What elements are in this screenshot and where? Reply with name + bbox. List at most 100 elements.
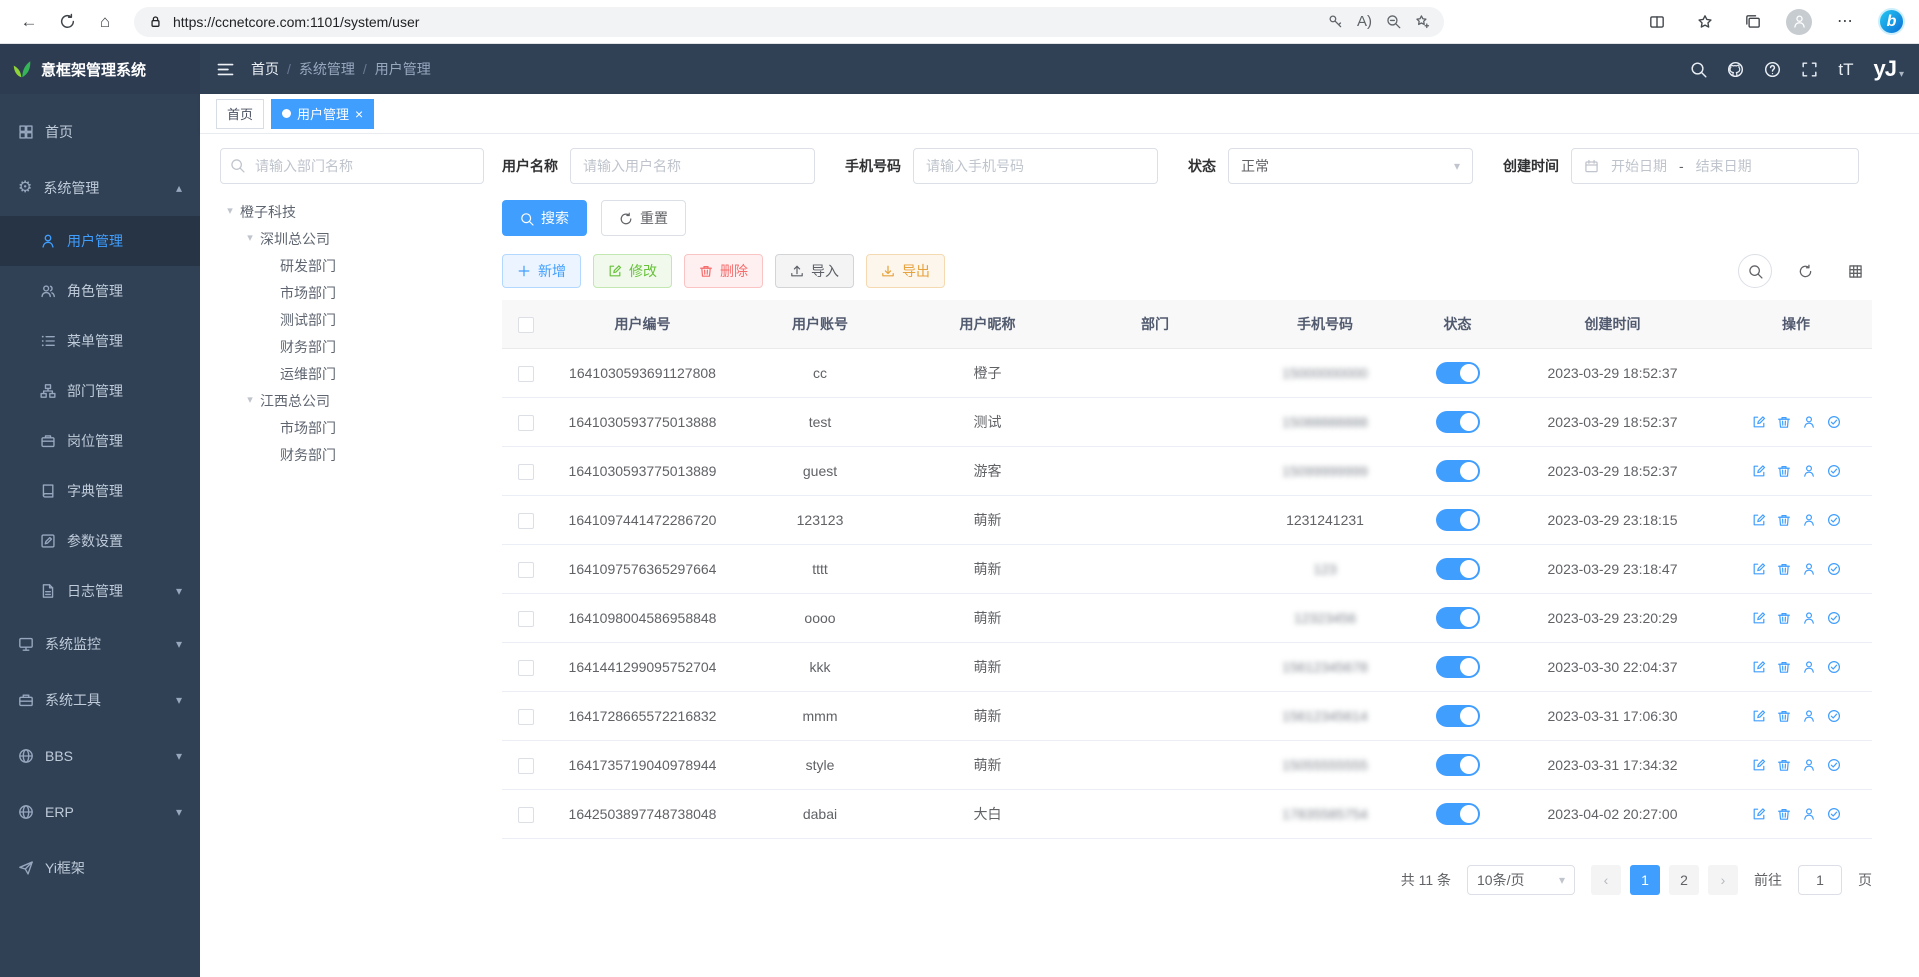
fullscreen-button[interactable] [1801, 61, 1818, 78]
row-checkbox[interactable] [518, 660, 534, 676]
delete-row-button[interactable] [1777, 415, 1791, 429]
reset-password-button[interactable] [1802, 513, 1816, 527]
reset-password-button[interactable] [1802, 611, 1816, 625]
row-checkbox[interactable] [518, 562, 534, 578]
assign-role-button[interactable] [1827, 415, 1841, 429]
delete-row-button[interactable] [1777, 513, 1791, 527]
delete-row-button[interactable] [1777, 464, 1791, 478]
sidebar-item-dict[interactable]: 字典管理 [0, 466, 200, 516]
delete-row-button[interactable] [1777, 611, 1791, 625]
search-button[interactable]: 搜索 [502, 200, 587, 236]
row-checkbox[interactable] [518, 513, 534, 529]
sidebar-item-dept[interactable]: 部门管理 [0, 366, 200, 416]
assign-role-button[interactable] [1827, 709, 1841, 723]
tree-node[interactable]: ▾橙子科技 [220, 198, 484, 225]
read-aloud-button[interactable]: A) [1357, 14, 1372, 29]
import-button[interactable]: 导入 [775, 254, 854, 288]
row-checkbox[interactable] [518, 758, 534, 774]
split-screen-button[interactable] [1642, 7, 1672, 37]
reset-password-button[interactable] [1802, 807, 1816, 821]
status-toggle[interactable] [1436, 362, 1480, 384]
phone-input[interactable] [913, 148, 1158, 184]
tab-1[interactable]: 用户管理× [271, 99, 374, 129]
edit-row-button[interactable] [1752, 562, 1766, 576]
search-button[interactable] [1690, 61, 1707, 78]
edit-row-button[interactable] [1752, 807, 1766, 821]
row-checkbox[interactable] [518, 709, 534, 725]
assign-role-button[interactable] [1827, 513, 1841, 527]
row-checkbox[interactable] [518, 366, 534, 382]
sidebar-collapse-button[interactable] [216, 60, 235, 79]
breadcrumb-item[interactable]: 系统管理 [299, 59, 355, 79]
goto-page-input[interactable] [1798, 865, 1842, 895]
caret-down-icon[interactable]: ▾ [240, 395, 260, 406]
prev-page-button[interactable]: ‹ [1591, 865, 1621, 895]
browser-home-button[interactable]: ⌂ [90, 7, 120, 37]
column-settings-button[interactable] [1838, 254, 1872, 288]
tree-node[interactable]: ▾江西总公司 [220, 387, 484, 414]
edit-row-button[interactable] [1752, 660, 1766, 674]
delete-row-button[interactable] [1777, 709, 1791, 723]
status-toggle[interactable] [1436, 803, 1480, 825]
page-2-button[interactable]: 2 [1669, 865, 1699, 895]
status-toggle[interactable] [1436, 509, 1480, 531]
next-page-button[interactable]: › [1708, 865, 1738, 895]
tree-node[interactable]: 财务部门 [220, 333, 484, 360]
edit-row-button[interactable] [1752, 611, 1766, 625]
refresh-page-button[interactable] [52, 7, 82, 37]
address-bar[interactable]: https://ccnetcore.com:1101/system/user A… [134, 7, 1444, 37]
select-all-checkbox[interactable] [518, 317, 534, 333]
github-button[interactable] [1727, 61, 1744, 78]
delete-row-button[interactable] [1777, 562, 1791, 576]
caret-down-icon[interactable]: ▾ [240, 233, 260, 244]
assign-role-button[interactable] [1827, 464, 1841, 478]
status-select[interactable]: 正常 ▾ [1228, 148, 1473, 184]
assign-role-button[interactable] [1827, 807, 1841, 821]
caret-down-icon[interactable]: ▾ [220, 206, 240, 217]
sidebar-item-log[interactable]: 日志管理▾ [0, 566, 200, 616]
row-checkbox[interactable] [518, 807, 534, 823]
refresh-button[interactable] [1788, 254, 1822, 288]
edit-row-button[interactable] [1752, 709, 1766, 723]
tab-0[interactable]: 首页 [216, 99, 264, 129]
status-toggle[interactable] [1436, 705, 1480, 727]
tree-node[interactable]: 市场部门 [220, 414, 484, 441]
sidebar-item-user[interactable]: 用户管理 [0, 216, 200, 266]
page-1-button[interactable]: 1 [1630, 865, 1660, 895]
row-checkbox[interactable] [518, 415, 534, 431]
export-button[interactable]: 导出 [866, 254, 945, 288]
assign-role-button[interactable] [1827, 611, 1841, 625]
reset-password-button[interactable] [1802, 562, 1816, 576]
collections-button[interactable] [1738, 7, 1768, 37]
zoom-out-button[interactable] [1386, 14, 1401, 29]
tab-close-icon[interactable]: × [355, 107, 363, 121]
status-toggle[interactable] [1436, 754, 1480, 776]
tree-node[interactable]: 测试部门 [220, 306, 484, 333]
sidebar-item-tool[interactable]: 系统工具▾ [0, 672, 200, 728]
question-button[interactable] [1764, 61, 1781, 78]
page-size-select[interactable]: 10条/页▾ [1467, 865, 1575, 895]
font-size-button[interactable]: tT [1838, 61, 1853, 78]
sidebar-item-bbs[interactable]: BBS▾ [0, 728, 200, 784]
reset-password-button[interactable] [1802, 758, 1816, 772]
breadcrumb-item[interactable]: 首页 [251, 59, 279, 79]
app-logo[interactable]: 意框架管理系统 [0, 44, 200, 94]
sidebar-item-post[interactable]: 岗位管理 [0, 416, 200, 466]
tree-node[interactable]: 财务部门 [220, 441, 484, 468]
search-button[interactable] [1738, 254, 1772, 288]
site-info-lock-button[interactable] [148, 14, 163, 29]
copilot-button[interactable]: b [1878, 8, 1905, 35]
sidebar-item-config[interactable]: 参数设置 [0, 516, 200, 566]
key-button[interactable] [1328, 14, 1343, 29]
status-toggle[interactable] [1436, 558, 1480, 580]
edit-row-button[interactable] [1752, 464, 1766, 478]
edit-row-button[interactable] [1752, 758, 1766, 772]
delete-row-button[interactable] [1777, 660, 1791, 674]
tree-node[interactable]: ▾深圳总公司 [220, 225, 484, 252]
status-toggle[interactable] [1436, 656, 1480, 678]
status-toggle[interactable] [1436, 411, 1480, 433]
assign-role-button[interactable] [1827, 562, 1841, 576]
sidebar-item-erp[interactable]: ERP▾ [0, 784, 200, 840]
assign-role-button[interactable] [1827, 660, 1841, 674]
row-checkbox[interactable] [518, 611, 534, 627]
